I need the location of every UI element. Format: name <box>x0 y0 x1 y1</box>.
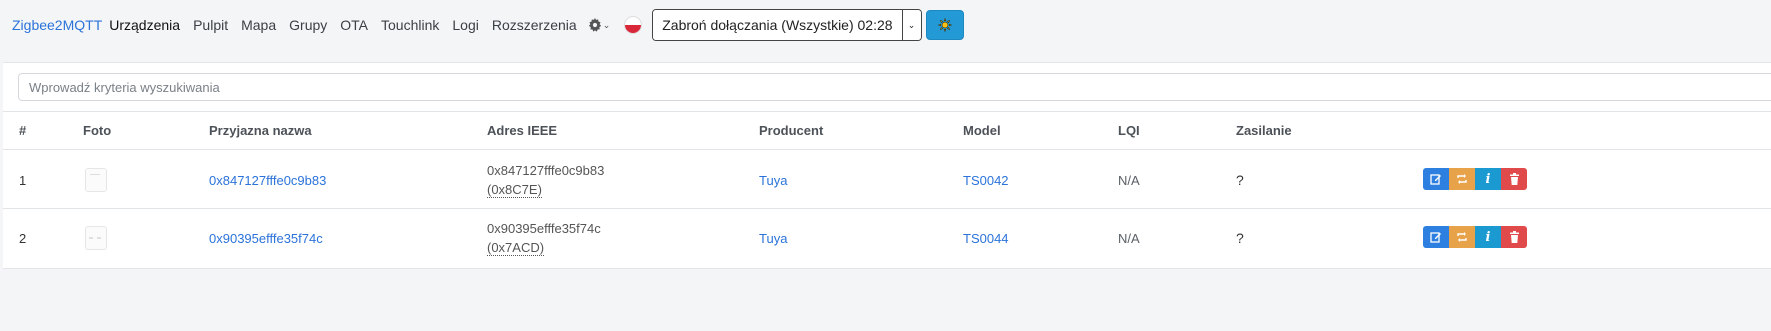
permit-join-group: Zabroń dołączania (Wszystkie) 02:28 ⌄ <box>652 9 922 41</box>
column-header-photo: Foto <box>83 123 112 138</box>
device-model-link[interactable]: TS0042 <box>963 173 1009 188</box>
divider <box>3 149 1771 150</box>
nav-extensions[interactable]: Rozszerzenia <box>492 17 577 33</box>
device-network-address: (0x8C7E) <box>487 182 542 198</box>
column-header-friendly-name[interactable]: Przyjazna nazwa <box>209 123 312 138</box>
device-manufacturer-link[interactable]: Tuya <box>759 173 787 188</box>
column-header-model[interactable]: Model <box>963 123 1001 138</box>
info-icon: i <box>1485 229 1491 245</box>
column-header-index[interactable]: # <box>19 123 26 138</box>
sun-icon <box>937 18 952 32</box>
device-power-status: ? <box>1236 172 1244 188</box>
nav-ota[interactable]: OTA <box>340 17 368 33</box>
column-header-power[interactable]: Zasilanie <box>1236 123 1292 138</box>
column-header-lqi[interactable]: LQI <box>1118 123 1140 138</box>
device-network-address: (0x7ACD) <box>487 240 545 256</box>
edit-button[interactable] <box>1423 168 1449 190</box>
poland-flag-icon[interactable] <box>624 16 643 34</box>
row-actions: i <box>1423 226 1527 248</box>
permit-join-button[interactable]: Zabroń dołączania (Wszystkie) 02:28 <box>653 10 902 40</box>
brand-link[interactable]: Zigbee2MQTT <box>12 17 102 33</box>
info-icon: i <box>1485 171 1491 187</box>
delete-button[interactable] <box>1501 168 1527 190</box>
column-header-ieee-address[interactable]: Adres IEEE <box>487 123 557 138</box>
edit-button[interactable] <box>1423 226 1449 248</box>
navbar: Zigbee2MQTT Urządzenia Pulpit Mapa Grupy… <box>0 0 1771 50</box>
rename-swap-button[interactable] <box>1449 226 1475 248</box>
nav-map[interactable]: Mapa <box>241 17 276 33</box>
search-input[interactable] <box>18 73 1771 101</box>
device-power-status: ? <box>1236 230 1244 246</box>
device-friendly-name-link[interactable]: 0x90395efffe35f74c <box>209 231 323 246</box>
device-manufacturer-link[interactable]: Tuya <box>759 231 787 246</box>
theme-toggle-button[interactable] <box>925 10 964 40</box>
divider <box>3 111 1771 112</box>
info-button[interactable]: i <box>1475 168 1501 190</box>
chevron-down-icon: ⌄ <box>602 19 611 30</box>
rename-swap-button[interactable] <box>1449 168 1475 190</box>
permit-join-dropdown-toggle[interactable]: ⌄ <box>901 10 921 40</box>
row-index: 1 <box>19 173 27 188</box>
swap-icon <box>1457 174 1467 184</box>
device-lqi: N/A <box>1118 173 1140 188</box>
device-photo <box>85 168 107 192</box>
row-index: 2 <box>19 231 27 246</box>
nav-devices[interactable]: Urządzenia <box>109 17 180 33</box>
nav-groups[interactable]: Grupy <box>289 17 327 33</box>
device-photo <box>85 226 107 250</box>
edit-icon <box>1430 232 1441 243</box>
settings-dropdown[interactable]: ⌄ <box>588 18 611 32</box>
devices-card: # Foto Przyjazna nazwa Adres IEEE Produc… <box>3 62 1771 269</box>
column-header-manufacturer[interactable]: Producent <box>759 123 823 138</box>
device-lqi: N/A <box>1118 231 1140 246</box>
row-actions: i <box>1423 168 1527 190</box>
device-ieee-address: 0x847127fffe0c9b83 <box>487 163 605 178</box>
gear-icon <box>588 18 601 32</box>
swap-icon <box>1457 232 1467 242</box>
nav-logs[interactable]: Logi <box>452 17 478 33</box>
trash-icon <box>1509 173 1519 185</box>
edit-icon <box>1430 174 1441 185</box>
trash-icon <box>1509 231 1519 243</box>
delete-button[interactable] <box>1501 226 1527 248</box>
nav-dashboard[interactable]: Pulpit <box>193 17 228 33</box>
info-button[interactable]: i <box>1475 226 1501 248</box>
nav-touchlink[interactable]: Touchlink <box>381 17 439 33</box>
divider <box>3 208 1771 209</box>
device-ieee-address: 0x90395efffe35f74c <box>487 221 601 236</box>
device-friendly-name-link[interactable]: 0x847127fffe0c9b83 <box>209 173 326 188</box>
device-model-link[interactable]: TS0044 <box>963 231 1009 246</box>
